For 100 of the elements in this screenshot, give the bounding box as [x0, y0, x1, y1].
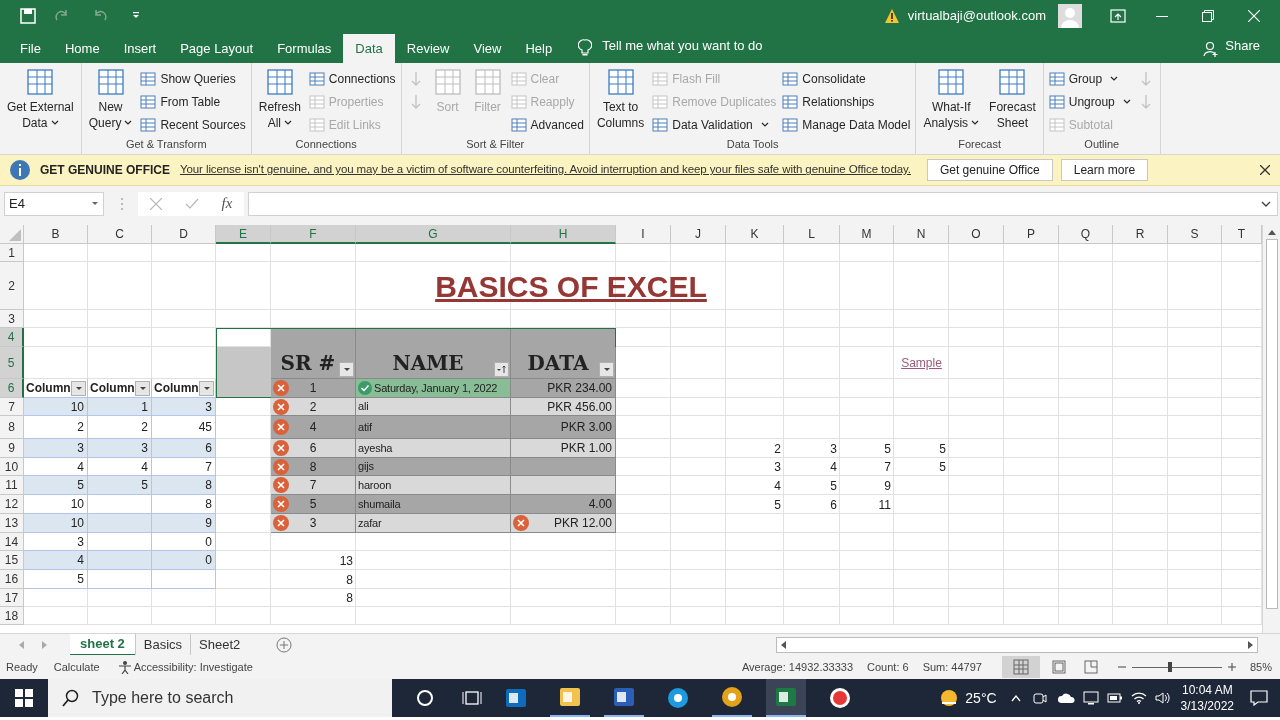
cortana-icon[interactable] — [416, 689, 434, 707]
ribbon-button[interactable]: Connections — [308, 67, 396, 90]
ribbon-button[interactable]: Forecast Sheet — [987, 67, 1038, 131]
ribbon-button[interactable]: Refresh All — [256, 67, 303, 131]
scroll-left-icon[interactable] — [780, 640, 786, 649]
ribbon-tab[interactable]: View — [461, 34, 514, 63]
notification-icon[interactable] — [1250, 690, 1268, 706]
cloud-icon[interactable] — [1056, 692, 1075, 704]
filter-button[interactable] — [599, 362, 614, 377]
row-header[interactable]: 1 — [0, 244, 24, 262]
ribbon-tab[interactable]: Insert — [111, 34, 169, 63]
column-header[interactable]: M — [840, 225, 894, 244]
ribbon-button[interactable]: From Table — [140, 90, 246, 113]
ribbon-tab[interactable]: Help — [513, 34, 565, 63]
ribbon-tab[interactable]: Page Layout — [168, 34, 266, 63]
scroll-right-icon[interactable] — [1248, 640, 1254, 649]
column-header[interactable]: R — [1113, 225, 1168, 244]
customize-caret-icon[interactable] — [132, 12, 140, 20]
ribbon-button[interactable]: Get External Data — [5, 67, 76, 131]
meet-icon[interactable] — [1032, 691, 1047, 705]
ribbon-button[interactable]: Manage Data Model — [782, 113, 911, 136]
ribbon-button[interactable]: Consolidate — [782, 67, 911, 90]
filter-button[interactable] — [135, 381, 150, 396]
row-header[interactable]: 5 — [0, 347, 24, 379]
display-icon[interactable] — [1082, 691, 1099, 705]
ribbon-button[interactable]: Advanced — [510, 113, 584, 136]
row-header[interactable]: 10 — [0, 458, 24, 476]
column-header[interactable]: I — [616, 225, 671, 244]
ribbon-button[interactable]: Recent Sources — [140, 113, 246, 136]
ribbon-button[interactable]: Ungroup — [1048, 90, 1131, 113]
column-header[interactable]: B — [24, 225, 88, 244]
ribbon-button[interactable]: Group — [1048, 67, 1131, 90]
account-email[interactable]: virtualbaji@outlook.com — [907, 6, 1046, 26]
row-header[interactable]: 17 — [0, 589, 24, 607]
column-header[interactable]: D — [152, 225, 216, 244]
wifi-icon[interactable] — [1130, 692, 1147, 704]
column-header[interactable]: F — [271, 225, 356, 244]
record-icon[interactable] — [829, 687, 851, 709]
column-header[interactable]: G — [356, 225, 511, 244]
column-header[interactable]: H — [511, 225, 616, 244]
battery-icon[interactable] — [1106, 692, 1123, 704]
row-header[interactable]: 4 — [0, 328, 24, 347]
document-app-icon[interactable] — [613, 686, 635, 708]
save-icon[interactable] — [20, 8, 36, 24]
column-header[interactable]: C — [88, 225, 152, 244]
column-header[interactable]: O — [949, 225, 1004, 244]
name-box[interactable]: E4 — [4, 191, 104, 216]
column-header[interactable]: P — [1004, 225, 1059, 244]
ribbon-tab[interactable]: Formulas — [265, 34, 344, 63]
search-field[interactable]: Type here to search — [48, 679, 392, 717]
row-header[interactable]: 11 — [0, 476, 24, 495]
share-button[interactable]: Share — [1225, 35, 1260, 55]
hyperlink[interactable]: Sample — [901, 354, 942, 372]
row-header[interactable]: 12 — [0, 495, 24, 514]
add-sheet-icon[interactable] — [276, 636, 293, 653]
row-header[interactable]: 8 — [0, 416, 24, 439]
column-header[interactable]: N — [894, 225, 949, 244]
column-header[interactable]: Q — [1059, 225, 1113, 244]
zoom-level[interactable]: 85% — [1249, 658, 1272, 676]
filter-button[interactable] — [71, 381, 86, 396]
banner-button[interactable]: Get genuine Office — [926, 159, 1053, 181]
task-view-icon[interactable] — [462, 689, 482, 707]
sheet-tab[interactable]: sheet 2 — [70, 633, 135, 656]
ribbon-button[interactable]: Text to Columns — [594, 67, 647, 131]
clock-time[interactable]: 10:04 AM — [1181, 682, 1233, 698]
ribbon-tab[interactable]: File — [8, 34, 53, 63]
row-header[interactable]: 2 — [0, 262, 24, 310]
row-header[interactable]: 16 — [0, 570, 24, 589]
license-warning-link[interactable]: Your license isn't genuine, and you may be a victim of software counterfeiting. Avoid interruption and keep your files safe with genuine Office today. — [180, 161, 911, 179]
row-header[interactable]: 13 — [0, 514, 24, 533]
ribbon-display-icon[interactable] — [1110, 9, 1126, 23]
ribbon-tab[interactable]: Data — [343, 34, 395, 63]
accessibility-status[interactable]: Accessibility: Investigate — [133, 658, 253, 676]
filter-button[interactable] — [339, 362, 354, 377]
windows-icon[interactable] — [15, 689, 33, 707]
chevron-up-icon[interactable] — [1010, 694, 1021, 702]
weather-icon[interactable] — [939, 688, 960, 708]
row-header[interactable]: 3 — [0, 310, 24, 328]
column-header[interactable]: T — [1222, 225, 1262, 244]
scroll-up-icon[interactable] — [1267, 229, 1276, 235]
tell-me-field[interactable]: Tell me what you want to do — [602, 35, 763, 55]
page-layout-icon[interactable] — [1051, 660, 1066, 674]
close-icon[interactable] — [1260, 165, 1270, 175]
row-header[interactable]: 15 — [0, 551, 24, 570]
ribbon-tab[interactable]: Review — [394, 34, 462, 63]
filter-button[interactable] — [199, 381, 214, 396]
ribbon-button[interactable]: What-If Analysis — [921, 67, 982, 131]
ribbon-button[interactable]: Data Validation — [652, 113, 777, 136]
row-header[interactable]: 9 — [0, 439, 24, 458]
ribbon-tab[interactable]: Home — [52, 34, 112, 63]
formula-input[interactable] — [248, 191, 1278, 216]
zoom-slider[interactable] — [1131, 662, 1222, 672]
row-header[interactable]: 14 — [0, 533, 24, 551]
column-header[interactable]: K — [726, 225, 784, 244]
folder-icon[interactable] — [559, 686, 581, 708]
row-header[interactable]: 6 — [0, 379, 24, 398]
ribbon-button[interactable]: Relationships — [782, 90, 911, 113]
row-header[interactable]: 18 — [0, 607, 24, 625]
normal-view-icon[interactable] — [1001, 656, 1040, 678]
ribbon-button[interactable]: New Query — [86, 67, 135, 131]
